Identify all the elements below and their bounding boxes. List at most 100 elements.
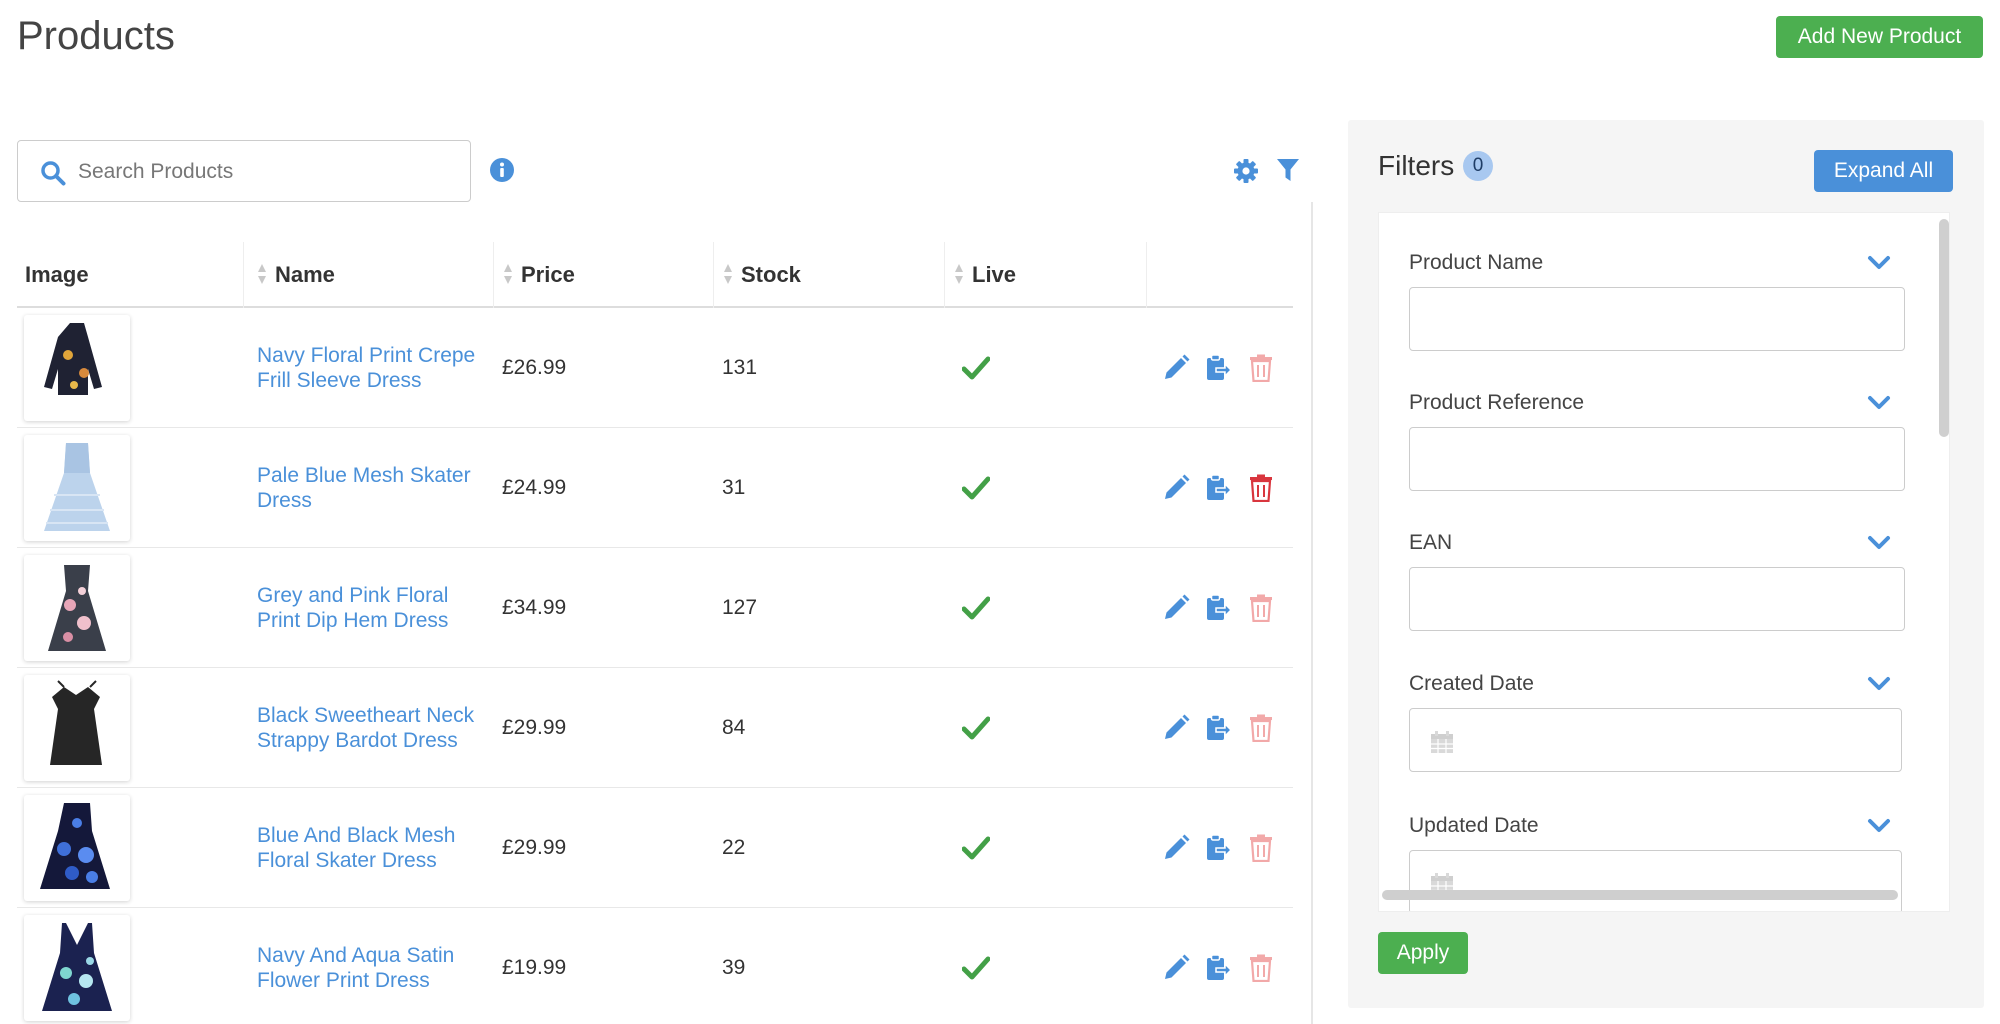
column-divider [713,242,714,308]
trash-icon[interactable] [1249,714,1273,742]
column-divider [493,242,494,308]
checkmark-icon [962,596,990,620]
pencil-icon[interactable] [1162,954,1190,982]
trash-icon[interactable] [1249,954,1273,982]
column-divider [944,242,945,308]
product-name-link[interactable]: Navy And Aqua Satin Flower Print Dress [257,943,497,993]
created-date-filter-input[interactable] [1409,708,1902,772]
sort-icon[interactable] [723,262,733,286]
page-title: Products [17,14,175,58]
product-price: £34.99 [502,596,567,619]
filter-label: Created Date [1409,672,1534,695]
apply-filters-button[interactable]: Apply [1378,932,1468,974]
product-thumbnail[interactable] [24,915,130,1021]
chevron-down-icon[interactable] [1867,255,1891,271]
table-row: Blue And Black Mesh Floral Skater Dress … [17,788,1293,908]
product-stock: 39 [722,956,746,979]
search-icon [41,161,66,186]
checkmark-icon [962,836,990,860]
filters-horizontal-scrollbar[interactable] [1382,890,1898,900]
clipboard-copy-icon[interactable] [1205,714,1231,742]
trash-icon[interactable] [1249,594,1273,622]
sort-icon[interactable] [257,262,267,286]
gear-icon[interactable] [1233,158,1259,184]
product-name-filter-input[interactable] [1409,287,1905,351]
chevron-down-icon[interactable] [1867,676,1891,692]
chevron-down-icon[interactable] [1867,535,1891,551]
filter-label: EAN [1409,531,1453,554]
product-stock: 22 [722,836,746,859]
product-price: £26.99 [502,356,567,379]
pencil-icon[interactable] [1162,474,1190,502]
table-row: Navy Floral Print Crepe Frill Sleeve Dre… [17,308,1293,428]
calendar-icon [1431,731,1453,753]
trash-icon[interactable] [1249,354,1273,382]
product-stock: 127 [722,596,758,619]
product-price: £24.99 [502,476,567,499]
table-row: Navy And Aqua Satin Flower Print Dress £… [17,908,1293,1024]
column-divider [1146,242,1147,308]
product-name-link[interactable]: Pale Blue Mesh Skater Dress [257,463,497,513]
expand-all-button[interactable]: Expand All [1814,150,1953,192]
product-thumbnail[interactable] [24,675,130,781]
chevron-down-icon[interactable] [1867,395,1891,411]
table-scroll-divider [1311,202,1313,1024]
product-name-link[interactable]: Navy Floral Print Crepe Frill Sleeve Dre… [257,343,497,393]
trash-icon[interactable] [1249,474,1273,502]
pencil-icon[interactable] [1162,594,1190,622]
product-price: £19.99 [502,956,567,979]
clipboard-copy-icon[interactable] [1205,354,1231,382]
funnel-icon[interactable] [1276,157,1300,183]
search-input[interactable] [78,153,458,191]
info-icon[interactable] [489,157,515,183]
table-row: Pale Blue Mesh Skater Dress £24.99 31 [17,428,1293,548]
product-stock: 31 [722,476,746,499]
product-name-link[interactable]: Grey and Pink Floral Print Dip Hem Dress [257,583,497,633]
column-header-label: Live [972,262,1017,287]
products-table: Image Name Price Stock Live Navy Floral … [17,202,1317,1024]
ean-filter-input[interactable] [1409,567,1905,631]
product-name-link[interactable]: Black Sweetheart Neck Strappy Bardot Dre… [257,703,497,753]
product-price: £29.99 [502,716,567,739]
table-row: Black Sweetheart Neck Strappy Bardot Dre… [17,668,1293,788]
clipboard-copy-icon[interactable] [1205,834,1231,862]
product-stock: 84 [722,716,746,739]
product-stock: 131 [722,356,758,379]
checkmark-icon [962,476,990,500]
product-name-link[interactable]: Blue And Black Mesh Floral Skater Dress [257,823,497,873]
checkmark-icon [962,956,990,980]
sort-icon[interactable] [954,262,964,286]
updated-date-filter-input[interactable] [1409,850,1902,911]
pencil-icon[interactable] [1162,834,1190,862]
column-header-label: Stock [741,262,801,287]
search-box [17,140,471,202]
add-new-product-button[interactable]: Add New Product [1776,16,1983,58]
filters-vertical-scrollbar[interactable] [1939,219,1949,437]
column-header-label: Name [275,262,335,287]
product-thumbnail[interactable] [24,435,130,541]
trash-icon[interactable] [1249,834,1273,862]
filters-count-badge: 0 [1463,151,1493,181]
pencil-icon[interactable] [1162,714,1190,742]
product-thumbnail[interactable] [24,555,130,661]
filter-label: Updated Date [1409,814,1539,837]
table-row: Grey and Pink Floral Print Dip Hem Dress… [17,548,1293,668]
product-thumbnail[interactable] [24,315,130,421]
chevron-down-icon[interactable] [1867,818,1891,834]
filters-panel: Filters 0 Expand All Product Name Produc… [1348,120,1984,1008]
clipboard-copy-icon[interactable] [1205,474,1231,502]
sort-icon[interactable] [503,262,513,286]
clipboard-copy-icon[interactable] [1205,954,1231,982]
column-divider [243,242,244,308]
checkmark-icon [962,356,990,380]
checkmark-icon [962,716,990,740]
clipboard-copy-icon[interactable] [1205,594,1231,622]
filters-list: Product Name Product Reference EAN Creat… [1378,212,1950,912]
product-thumbnail[interactable] [24,795,130,901]
product-reference-filter-input[interactable] [1409,427,1905,491]
column-header-label: Image [25,262,89,287]
filter-label: Product Reference [1409,391,1585,414]
pencil-icon[interactable] [1162,354,1190,382]
filters-title: Filters [1378,150,1455,181]
product-price: £29.99 [502,836,567,859]
